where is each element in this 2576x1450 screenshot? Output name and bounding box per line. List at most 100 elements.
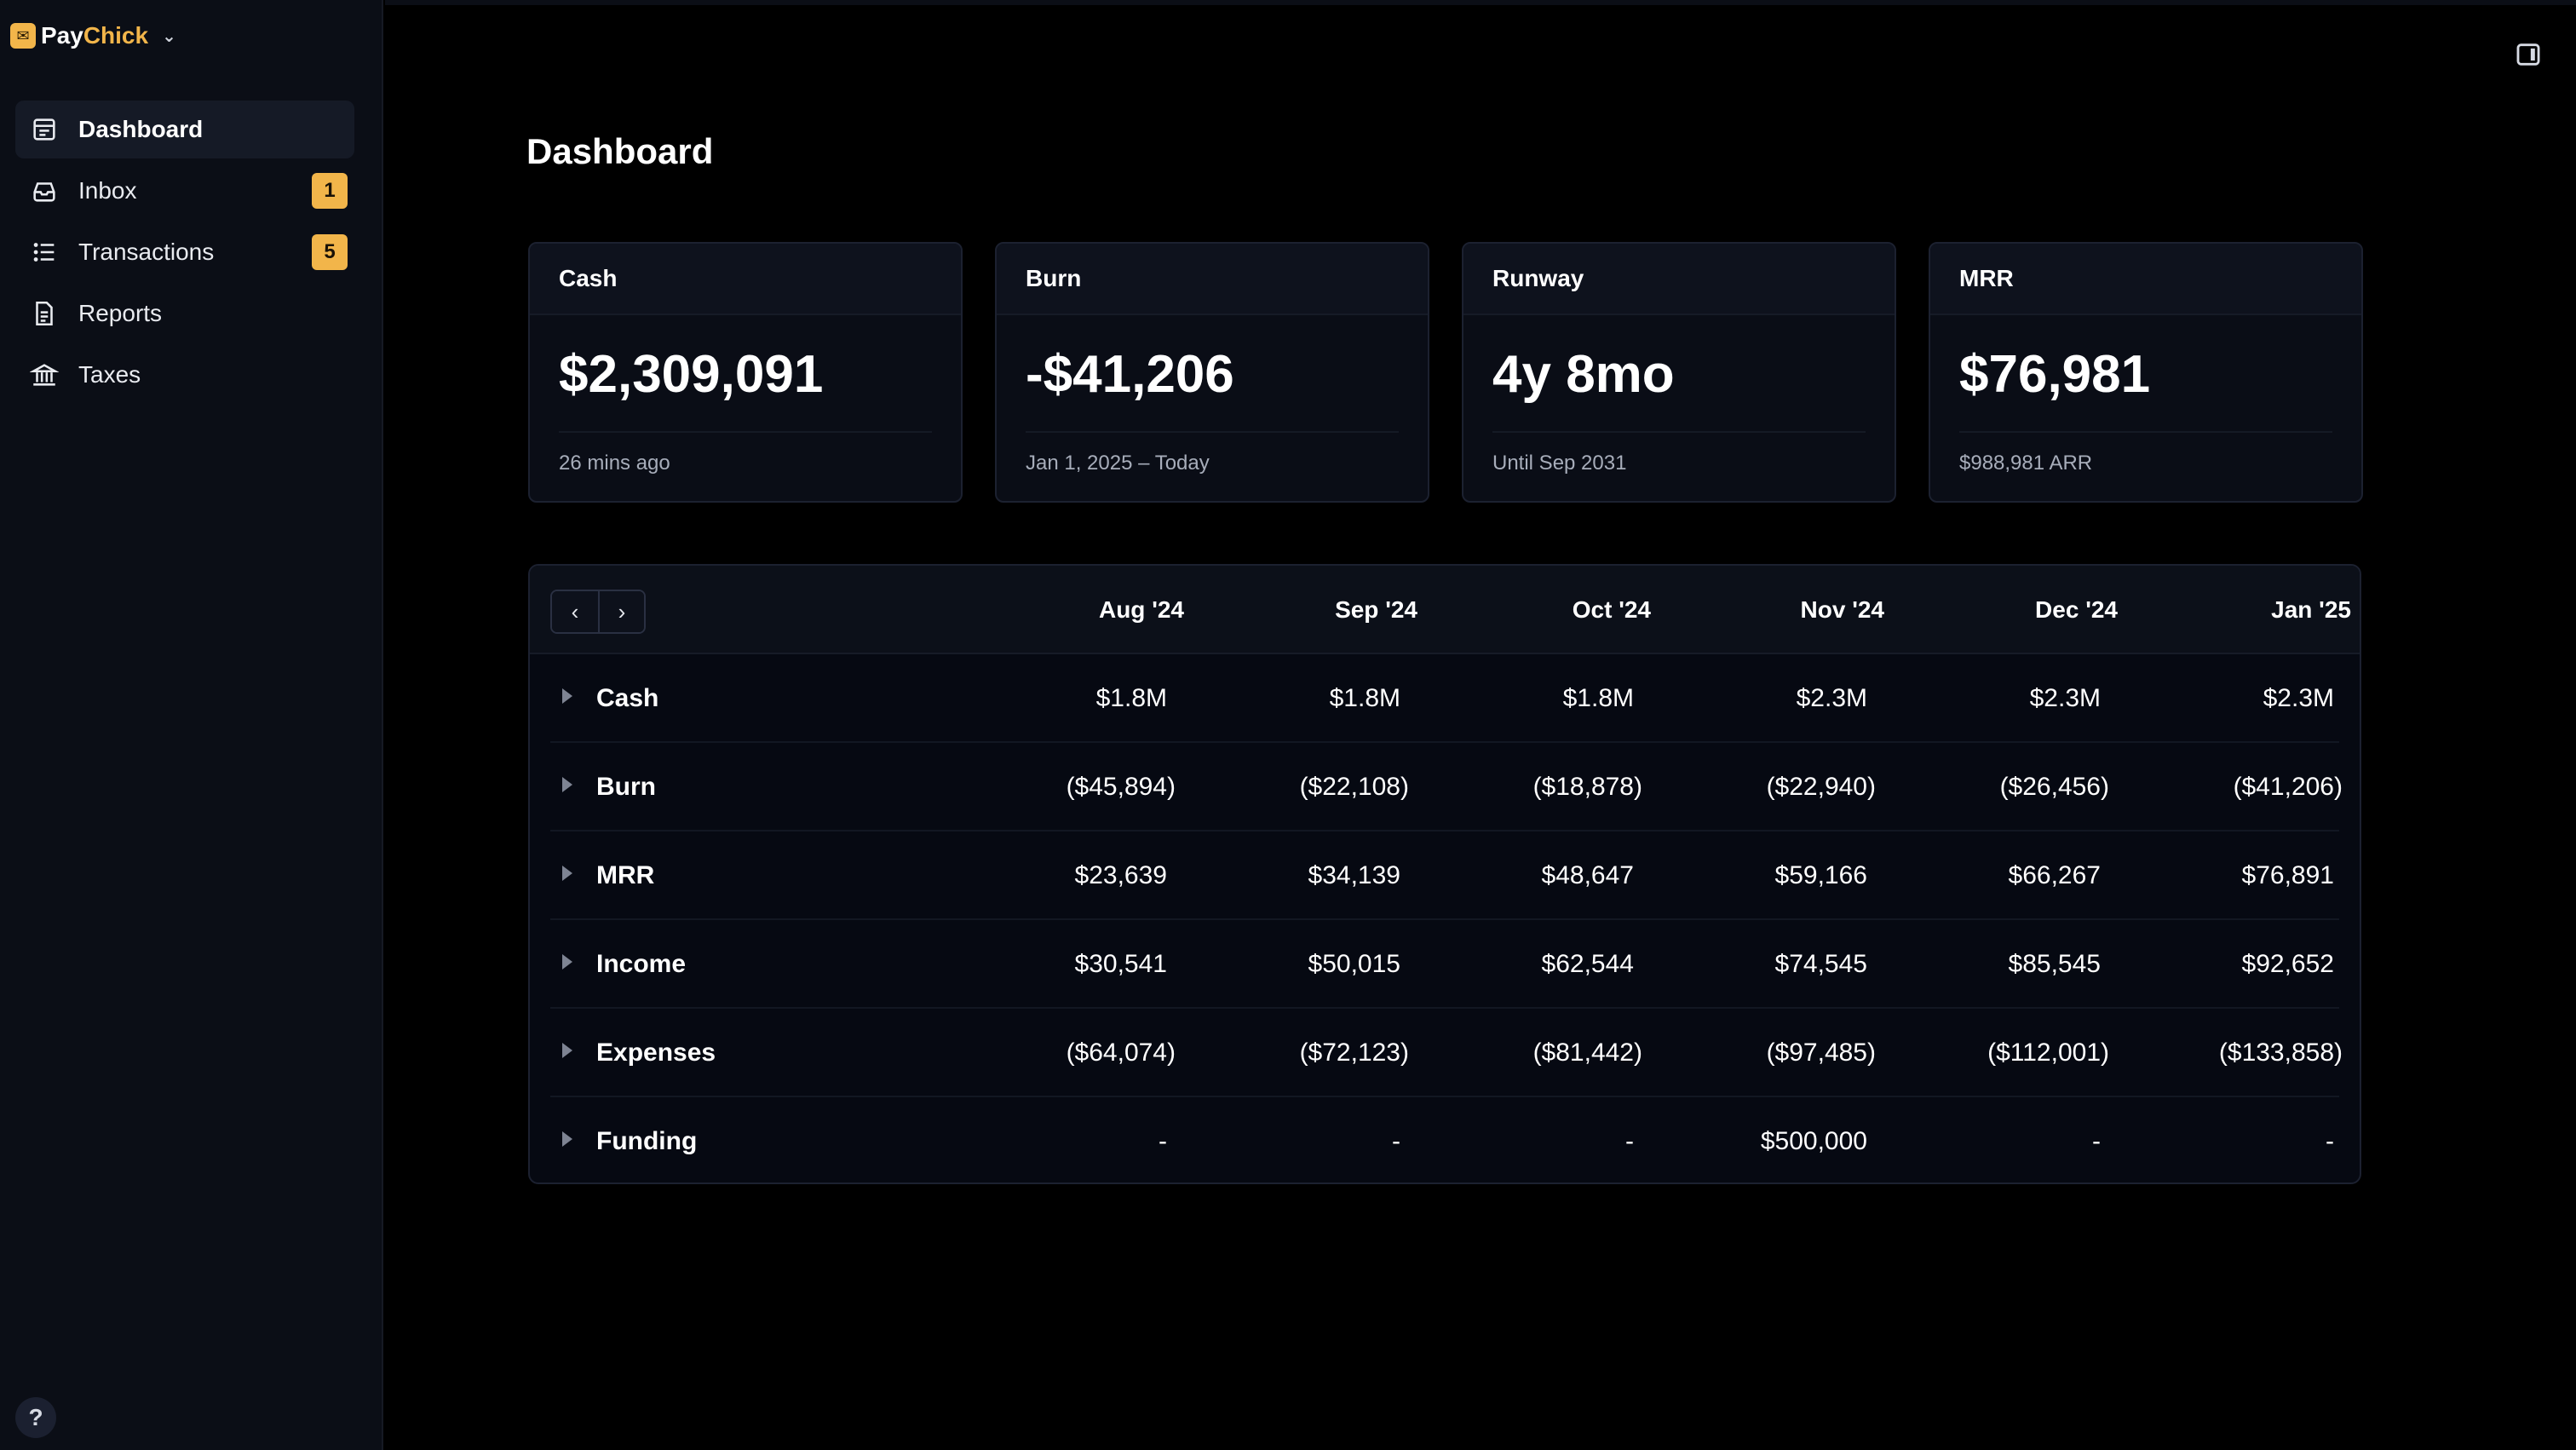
sidebar-item-label: Taxes — [78, 361, 141, 388]
table-row[interactable]: Cash $1.8M $1.8M $1.8M $2.3M $2.3M $2.3M — [550, 654, 2339, 743]
inbox-icon — [29, 175, 60, 206]
sidebar-item-dashboard[interactable]: Dashboard — [15, 101, 354, 158]
table-cell: ($81,442) — [1532, 1039, 1642, 1067]
card-subtext: $988,981 ARR — [1959, 452, 2093, 475]
sidebar-item-label: Inbox — [78, 177, 137, 204]
inbox-count-badge: 1 — [312, 173, 348, 209]
table-cell: - — [1392, 1127, 1400, 1155]
transactions-count-badge: 5 — [312, 234, 348, 270]
table-cell: ($22,108) — [1299, 773, 1409, 801]
row-label: MRR — [596, 861, 655, 889]
table-cell: ($72,123) — [1299, 1039, 1409, 1067]
help-button[interactable]: ? — [15, 1397, 56, 1438]
table-cell: $500,000 — [1760, 1127, 1867, 1155]
table-cell: $1.8M — [1329, 684, 1400, 712]
column-header: Aug '24 — [1098, 596, 1184, 623]
table-cell: $66,267 — [2008, 861, 2101, 889]
sidebar-item-transactions[interactable]: Transactions 5 — [15, 223, 354, 281]
chevron-down-icon: ⌄ — [162, 26, 176, 46]
sidebar-item-label: Dashboard — [78, 116, 204, 142]
burn-card[interactable]: Burn -$41,206 Jan 1, 2025 – Today — [995, 242, 1429, 503]
card-value: 4y 8mo — [1492, 345, 1675, 404]
expand-caret-icon[interactable] — [562, 954, 572, 970]
table-cell: $62,544 — [1541, 950, 1634, 978]
table-cell: $48,647 — [1541, 861, 1634, 889]
table-row[interactable]: Expenses ($64,074) ($72,123) ($81,442) (… — [550, 1009, 2343, 1097]
column-header: Nov '24 — [1800, 596, 1884, 623]
row-label: Cash — [596, 684, 659, 712]
chevron-left-icon: ‹ — [571, 598, 579, 624]
card-subtext: Jan 1, 2025 – Today — [1026, 452, 1210, 475]
table-cell: $23,639 — [1074, 861, 1167, 889]
table-header: ‹ › Aug '24 Sep '24 Oct '24 Nov '24 Dec … — [530, 566, 2360, 654]
monthly-metrics-table: ‹ › Aug '24 Sep '24 Oct '24 Nov '24 Dec … — [528, 564, 2361, 1184]
expand-caret-icon[interactable] — [562, 1131, 572, 1147]
page-title: Dashboard — [526, 131, 714, 171]
sidebar-toggle-icon — [2516, 43, 2540, 66]
sidebar-nav: Dashboard Inbox 1 Transactions 5 Reports — [15, 101, 354, 407]
chevron-right-icon: › — [618, 598, 626, 624]
row-label: Burn — [596, 773, 656, 801]
brand-name-part1: Pay — [41, 22, 83, 49]
previous-months-button[interactable]: ‹ — [552, 591, 598, 632]
table-cell: ($97,485) — [1766, 1039, 1876, 1067]
card-title: Burn — [997, 244, 1428, 315]
table-cell: $59,166 — [1774, 861, 1867, 889]
table-cell: ($133,858) — [2218, 1039, 2343, 1067]
table-row[interactable]: Funding - - - $500,000 - - — [550, 1097, 2339, 1182]
table-row[interactable]: Burn ($45,894) ($22,108) ($18,878) ($22,… — [550, 743, 2343, 831]
row-label: Funding — [596, 1127, 698, 1155]
expand-caret-icon[interactable] — [562, 866, 572, 881]
table-cell: $92,652 — [2241, 950, 2334, 978]
table-row[interactable]: MRR $23,639 $34,139 $48,647 $59,166 $66,… — [550, 831, 2339, 920]
panel-toggle-button[interactable] — [2511, 37, 2545, 72]
card-title: MRR — [1930, 244, 2361, 315]
table-cell: $1.8M — [1562, 684, 1634, 712]
logo-icon: ✉ — [10, 23, 36, 49]
table-cell: - — [2326, 1127, 2334, 1155]
column-header: Dec '24 — [2035, 596, 2118, 623]
table-cell: ($18,878) — [1532, 773, 1642, 801]
workspace-switcher[interactable]: ✉ Pay Chick ⌄ — [10, 22, 176, 49]
table-cell: ($64,074) — [1066, 1039, 1176, 1067]
list-icon — [29, 237, 60, 268]
table-cell: - — [1159, 1127, 1167, 1155]
table-body: Cash $1.8M $1.8M $1.8M $2.3M $2.3M $2.3M… — [530, 654, 2360, 1182]
table-cell: ($26,456) — [1999, 773, 2109, 801]
bank-icon — [29, 360, 60, 390]
expand-caret-icon[interactable] — [562, 688, 572, 704]
table-cell: $34,139 — [1308, 861, 1400, 889]
sidebar-item-label: Reports — [78, 300, 163, 326]
sidebar-item-inbox[interactable]: Inbox 1 — [15, 162, 354, 220]
document-icon — [29, 298, 60, 329]
cash-card[interactable]: Cash $2,309,091 26 mins ago — [528, 242, 963, 503]
dashboard-icon — [29, 114, 60, 145]
card-subtext: Until Sep 2031 — [1492, 452, 1627, 475]
expand-caret-icon[interactable] — [562, 777, 572, 792]
summary-cards: Cash $2,309,091 26 mins ago Burn -$41,20… — [528, 242, 2363, 503]
sidebar-item-taxes[interactable]: Taxes — [15, 346, 354, 404]
card-subtext: 26 mins ago — [559, 452, 670, 475]
main-content: Dashboard Cash $2,309,091 26 mins ago Bu… — [385, 0, 2576, 1450]
table-cell: - — [1625, 1127, 1634, 1155]
sidebar-item-reports[interactable]: Reports — [15, 285, 354, 342]
table-cell: $85,545 — [2008, 950, 2101, 978]
card-title: Runway — [1463, 244, 1895, 315]
sidebar-item-label: Transactions — [78, 239, 215, 265]
runway-card[interactable]: Runway 4y 8mo Until Sep 2031 — [1462, 242, 1896, 503]
table-cell: - — [2092, 1127, 2101, 1155]
table-cell: ($41,206) — [2233, 773, 2343, 801]
table-cell: ($112,001) — [1987, 1039, 2109, 1067]
table-cell: $76,891 — [2241, 861, 2334, 889]
table-cell: $74,545 — [1774, 950, 1867, 978]
next-months-button[interactable]: › — [598, 591, 644, 632]
table-cell: $2.3M — [1796, 684, 1867, 712]
sidebar: ✉ Pay Chick ⌄ Dashboard Inbox 1 Transacti… — [0, 0, 383, 1450]
card-value: -$41,206 — [1026, 345, 1234, 404]
column-header: Jan '25 — [2271, 596, 2351, 623]
table-row[interactable]: Income $30,541 $50,015 $62,544 $74,545 $… — [550, 920, 2339, 1009]
expand-caret-icon[interactable] — [562, 1043, 572, 1058]
mrr-card[interactable]: MRR $76,981 $988,981 ARR — [1929, 242, 2363, 503]
row-label: Expenses — [596, 1039, 716, 1067]
table-cell: ($22,940) — [1766, 773, 1876, 801]
